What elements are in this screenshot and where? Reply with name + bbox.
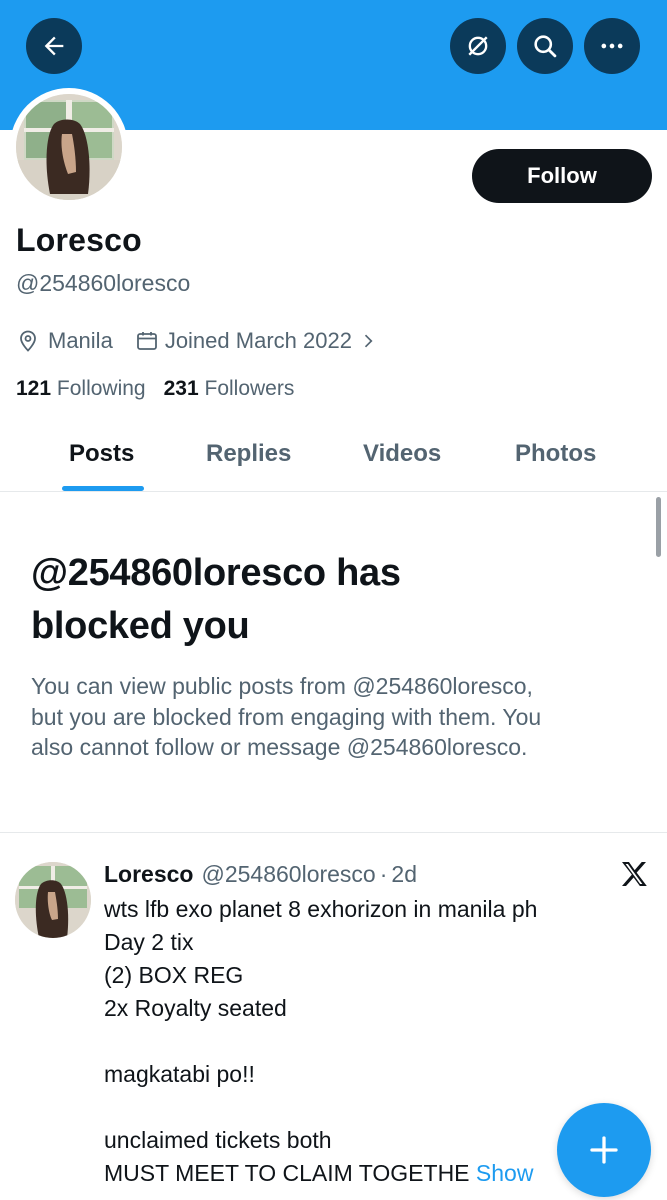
following-link[interactable]: 121 Following	[16, 377, 146, 401]
more-horizontal-icon	[601, 43, 623, 49]
calendar-icon	[136, 332, 157, 350]
show-more-link[interactable]: Show	[476, 1160, 534, 1186]
profile-name: Loresco	[16, 222, 142, 258]
profile-handle: @254860loresco	[16, 270, 191, 296]
followers-count: 231	[163, 377, 199, 400]
post-line: unclaimed tickets both	[104, 1127, 332, 1153]
divider	[0, 832, 667, 833]
back-button[interactable]	[26, 18, 82, 74]
tab-posts[interactable]: Posts	[69, 440, 134, 468]
profile-meta: Manila Joined March 2022	[16, 328, 378, 354]
post-avatar[interactable]	[15, 862, 91, 938]
blocked-title: @254860loresco has blocked you	[31, 547, 631, 653]
post-line: magkatabi po!!	[104, 1061, 255, 1087]
post-line-last: MUST MEET TO CLAIM TOGETHE Show	[104, 1157, 624, 1190]
post-line: MUST MEET TO CLAIM TOGETHE	[104, 1160, 470, 1186]
following-count: 121	[16, 377, 52, 400]
location-icon	[20, 330, 36, 352]
post-line	[104, 1025, 624, 1058]
post-line: 2x Royalty seated	[104, 995, 287, 1021]
post-line: Day 2 tix	[104, 929, 194, 955]
more-button[interactable]	[584, 18, 640, 74]
tab-videos[interactable]: Videos	[363, 440, 441, 468]
blocked-description-line: You can view public posts from @254860lo…	[31, 673, 533, 699]
post-header: Loresco @254860loresco · 2d	[104, 861, 417, 888]
blocked-description-line: also cannot follow or message @254860lor…	[31, 734, 528, 760]
arrow-left-icon	[44, 36, 64, 56]
post-time: 2d	[391, 861, 417, 887]
grok-icon	[468, 36, 488, 56]
post-author-handle[interactable]: @254860loresco	[201, 861, 375, 888]
blocked-title-line: @254860loresco has	[31, 552, 401, 594]
grok-button[interactable]	[450, 18, 506, 74]
followers-label: Followers	[204, 377, 295, 400]
scrollbar[interactable]	[656, 497, 661, 557]
profile-joined: Joined March 2022	[164, 328, 352, 353]
post-line: (2) BOX REG	[104, 962, 244, 988]
chevron-right-icon[interactable]	[358, 331, 378, 351]
compose-post-button[interactable]	[557, 1103, 651, 1197]
post-separator: ·	[379, 861, 388, 887]
search-button[interactable]	[517, 18, 573, 74]
followers-link[interactable]: 231 Followers	[164, 377, 295, 401]
tab-replies[interactable]: Replies	[206, 440, 291, 468]
profile-location: Manila	[48, 328, 113, 353]
profile-counts: 121 Following 231 Followers	[16, 377, 294, 401]
plus-icon	[590, 1136, 618, 1164]
blocked-description-line: but you are blocked from engaging with t…	[31, 703, 542, 730]
x-logo-icon	[622, 862, 647, 886]
profile-tabs: Posts Replies Videos Photos	[0, 430, 667, 492]
search-icon	[534, 35, 557, 58]
avatar-photo	[16, 94, 122, 200]
post-line	[104, 1091, 624, 1124]
blocked-title-line: blocked you	[31, 605, 250, 647]
follow-button[interactable]: Follow	[472, 149, 652, 203]
post-author-name[interactable]: Loresco	[104, 861, 193, 888]
tab-photos[interactable]: Photos	[515, 440, 596, 468]
blocked-description: You can view public posts from @254860lo…	[31, 671, 631, 763]
profile-avatar[interactable]	[10, 88, 128, 206]
post-line: wts lfb exo planet 8 exhorizon in manila…	[104, 896, 538, 922]
post-text[interactable]: wts lfb exo planet 8 exhorizon in manila…	[104, 893, 624, 1190]
active-tab-indicator	[62, 486, 144, 491]
following-label: Following	[56, 377, 146, 400]
